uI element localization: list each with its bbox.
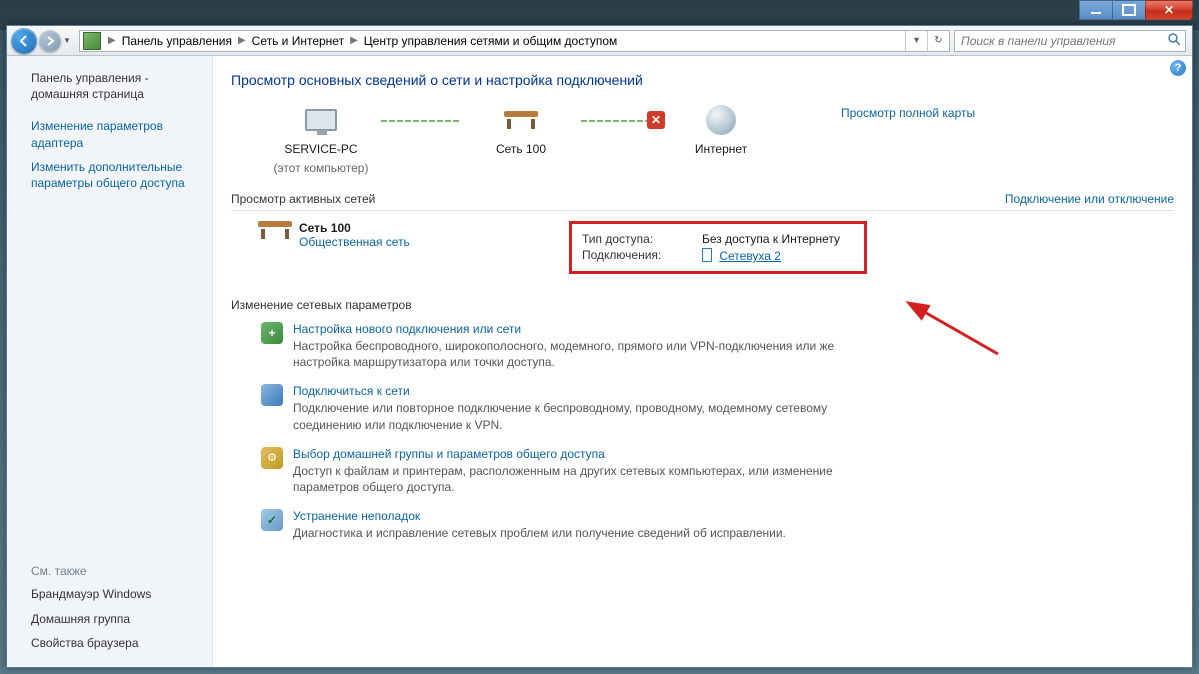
bench-icon [504,102,538,138]
map-connection-ok [381,120,461,122]
address-dropdown[interactable]: ▾ [905,31,927,51]
sidebar-browser-props-link[interactable]: Свойства браузера [7,631,212,655]
task-desc: Диагностика и исправление сетевых пробле… [293,525,786,541]
adapter-icon [702,248,712,262]
task-title[interactable]: Подключиться к сети [293,384,853,398]
x-icon: ✕ [647,111,665,129]
network-map: SERVICE-PC (этот компьютер) Сеть 100 ✕ И… [261,102,1174,176]
map-pc-sub: (этот компьютер) [274,161,369,176]
control-panel-window: ▼ ▶ Панель управления ▶ Сеть и Интернет … [6,25,1193,668]
search-box [954,30,1186,52]
task-title[interactable]: Устранение неполадок [293,509,786,523]
access-type-label: Тип доступа: [582,232,702,246]
view-full-map-link[interactable]: Просмотр полной карты [841,106,975,120]
maximize-button[interactable] [1112,0,1146,20]
active-networks-header: Просмотр активных сетей Подключение или … [231,188,1174,211]
network-settings-header: Изменение сетевых параметров [231,298,1174,312]
troubleshoot-icon [261,509,283,531]
homegroup-icon [261,447,283,469]
task-new-connection: Настройка нового подключения или сети На… [261,322,1174,370]
breadcrumb-level2[interactable]: Сеть и Интернет [250,34,346,48]
sidebar-homegroup-link[interactable]: Домашняя группа [7,607,212,631]
search-icon[interactable] [1163,32,1185,49]
new-connection-icon [261,322,283,344]
task-homegroup: Выбор домашней группы и параметров общег… [261,447,1174,495]
map-node-internet: Интернет [661,102,781,157]
task-connect-network: Подключиться к сети Подключение или повт… [261,384,1174,432]
bench-icon [251,221,299,274]
forward-button[interactable] [39,30,61,52]
active-network-block: Сеть 100 Общественная сеть Тип доступа: … [251,221,1174,274]
map-connection-fail: ✕ [581,120,661,122]
main-content: ? Просмотр основных сведений о сети и на… [213,56,1192,667]
help-icon[interactable]: ? [1170,60,1186,76]
page-title: Просмотр основных сведений о сети и наст… [231,72,1174,88]
task-list: Настройка нового подключения или сети На… [261,322,1174,541]
active-net-name: Сеть 100 [299,221,529,235]
close-button[interactable] [1145,0,1193,20]
breadcrumb-level1[interactable]: Панель управления [120,34,234,48]
control-panel-icon [83,32,101,50]
task-title[interactable]: Настройка нового подключения или сети [293,322,853,336]
sidebar-see-also-heading: См. также [7,560,212,582]
address-bar[interactable]: ▶ Панель управления ▶ Сеть и Интернет ▶ … [79,30,950,52]
sidebar: Панель управления - домашняя страница Из… [7,56,213,667]
chevron-right-icon[interactable]: ▶ [104,35,120,46]
active-networks-title: Просмотр активных сетей [231,192,375,206]
map-net-name: Сеть 100 [496,142,546,157]
connect-network-icon [261,384,283,406]
task-desc: Подключение или повторное подключение к … [293,400,853,432]
nav-history-dropdown[interactable]: ▼ [63,36,75,45]
breadcrumb-level3[interactable]: Центр управления сетями и общим доступом [362,34,620,48]
map-internet: Интернет [695,142,747,157]
task-troubleshoot: Устранение неполадок Диагностика и испра… [261,509,1174,541]
globe-icon [706,102,736,138]
refresh-button[interactable]: ↻ [927,31,949,51]
toolbar: ▼ ▶ Панель управления ▶ Сеть и Интернет … [7,26,1192,56]
task-title[interactable]: Выбор домашней группы и параметров общег… [293,447,853,461]
map-node-pc: SERVICE-PC (этот компьютер) [261,102,381,176]
connect-disconnect-link[interactable]: Подключение или отключение [1005,192,1174,206]
highlighted-details-box: Тип доступа: Без доступа к Интернету Под… [569,221,867,274]
window-controls [1080,0,1193,20]
active-net-type[interactable]: Общественная сеть [299,235,529,249]
minimize-button[interactable] [1079,0,1113,20]
sidebar-adapter-settings-link[interactable]: Изменение параметров адаптера [7,114,212,154]
chevron-right-icon[interactable]: ▶ [346,35,362,46]
sidebar-sharing-settings-link[interactable]: Изменить дополнительные параметры общего… [7,155,212,195]
computer-icon [305,102,337,138]
sidebar-home-link[interactable]: Панель управления - домашняя страница [7,66,212,106]
connection-link[interactable]: Сетевуха 2 [719,249,781,263]
map-pc-name: SERVICE-PC [284,142,357,157]
task-desc: Доступ к файлам и принтерам, расположенн… [293,463,853,495]
search-input[interactable] [955,34,1163,48]
task-desc: Настройка беспроводного, широкополосного… [293,338,853,370]
chevron-right-icon[interactable]: ▶ [234,35,250,46]
map-node-network: Сеть 100 [461,102,581,157]
access-type-value: Без доступа к Интернету [702,232,840,246]
back-button[interactable] [11,28,37,54]
connections-label: Подключения: [582,248,702,263]
sidebar-firewall-link[interactable]: Брандмауэр Windows [7,582,212,606]
